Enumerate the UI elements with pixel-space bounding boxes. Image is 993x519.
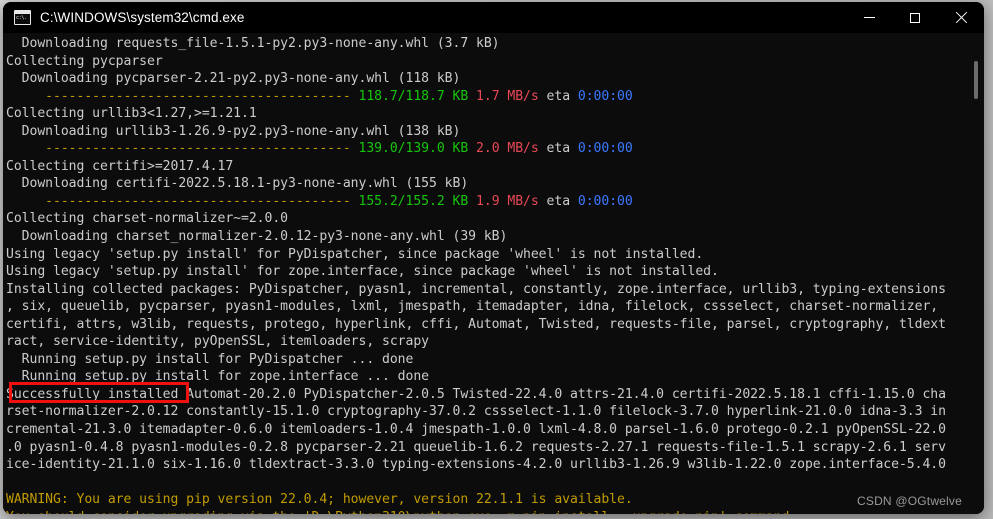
terminal-line: Using legacy 'setup.py install' for zope…: [6, 263, 964, 281]
maximize-icon: [910, 12, 920, 23]
terminal-segment: Downloading urllib3-1.26.9-py2.py3-none-…: [6, 123, 461, 139]
terminal-line: Installing collected packages: PyDispatc…: [6, 281, 964, 299]
terminal-segment: [351, 141, 359, 156]
terminal-segment: [468, 194, 476, 209]
terminal-segment: 139.0/139.0 KB: [358, 141, 469, 157]
terminal-line: .0 pyasn1-0.4.8 pyasn1-modules-0.2.8 pyc…: [6, 439, 964, 457]
maximize-button[interactable]: [892, 2, 938, 33]
terminal-segment: 0:00:00: [577, 88, 633, 104]
terminal-segment: [351, 194, 359, 209]
terminal-line: ract, service-identity, pyOpenSSL, iteml…: [6, 333, 964, 351]
terminal-line: cremental-21.3.0 itemadapter-0.6.0 iteml…: [6, 421, 964, 439]
terminal-segment: WARNING: You are using pip version 22.0.…: [6, 492, 633, 508]
window-title: C:\WINDOWS\system32\cmd.exe: [40, 10, 245, 25]
terminal-segment: Downloading certifi-2022.5.18.1-py3-none…: [6, 176, 469, 192]
terminal-line: Downloading requests_file-1.5.1-py2.py3-…: [6, 35, 964, 53]
terminal-segment: Collecting charset-normalizer~=2.0.0: [6, 211, 288, 227]
terminal-line: certifi, attrs, w3lib, requests, protego…: [6, 316, 964, 334]
terminal-line: --------------------------------------- …: [6, 88, 964, 106]
terminal-segment: ---------------------------------------: [45, 141, 351, 157]
terminal-segment: Running setup.py install for PyDispatche…: [6, 351, 414, 367]
terminal-text: Downloading requests_file-1.5.1-py2.py3-…: [6, 35, 964, 514]
terminal-line: Successfully installed Automat-20.2.0 Py…: [6, 386, 964, 404]
desktop-background: C:\WINDOWS\system32\cmd.exe Downloading …: [0, 0, 993, 519]
cmd-console-window: C:\WINDOWS\system32\cmd.exe Downloading …: [3, 2, 984, 514]
terminal-segment: Collecting certifi>=2017.4.17: [6, 158, 234, 174]
terminal-segment: 0:00:00: [577, 193, 633, 209]
terminal-segment: You should consider upgrading via the 'D…: [6, 510, 797, 514]
terminal-segment: ---------------------------------------: [45, 88, 351, 104]
terminal-segment: 0:00:00: [577, 141, 633, 157]
terminal-segment: Downloading requests_file-1.5.1-py2.py3-…: [6, 36, 500, 51]
terminal-line: Downloading pycparser-2.21-py2.py3-none-…: [6, 70, 964, 88]
minimize-icon: [863, 17, 875, 18]
terminal-line: Collecting urllib3<1.27,>=1.21.1: [6, 105, 964, 123]
terminal-segment: eta: [538, 88, 578, 104]
close-button[interactable]: [938, 2, 984, 33]
window-controls: [846, 2, 984, 33]
terminal-segment: ract, service-identity, pyOpenSSL, iteml…: [6, 334, 429, 350]
terminal-segment: 155.2/155.2 KB: [358, 193, 469, 209]
terminal-segment: eta: [538, 141, 578, 157]
terminal-segment: [6, 194, 45, 209]
terminal-segment: [468, 141, 476, 156]
terminal-line: ice-identity-21.1.0 six-1.16.0 tldextrac…: [6, 456, 964, 474]
terminal-line: Using legacy 'setup.py install' for PyDi…: [6, 246, 964, 264]
terminal-line: , six, queuelib, pycparser, pyasn1-modul…: [6, 298, 964, 316]
terminal-line: --------------------------------------- …: [6, 140, 964, 158]
terminal-segment: Successfully installed Automat-20.2.0 Py…: [6, 386, 946, 402]
titlebar-left-group: C:\WINDOWS\system32\cmd.exe: [3, 10, 244, 25]
terminal-line: Collecting pycparser: [6, 53, 964, 71]
terminal-segment: [468, 89, 476, 104]
terminal-segment: [6, 141, 45, 156]
terminal-line: Downloading urllib3-1.26.9-py2.py3-none-…: [6, 123, 964, 141]
terminal-segment: Downloading charset_normalizer-2.0.12-py…: [6, 229, 508, 245]
terminal-segment: 1.9 MB/s: [476, 193, 539, 209]
terminal-segment: Running setup.py install for zope.interf…: [6, 369, 429, 385]
minimize-button[interactable]: [846, 2, 892, 33]
terminal-segment: ---------------------------------------: [45, 193, 351, 209]
terminal-segment: Downloading pycparser-2.21-py2.py3-none-…: [6, 71, 461, 87]
terminal-segment: certifi, attrs, w3lib, requests, protego…: [6, 316, 946, 332]
terminal-segment: .0 pyasn1-0.4.8 pyasn1-modules-0.2.8 pyc…: [6, 439, 946, 455]
terminal-segment: cremental-21.3.0 itemadapter-0.6.0 iteml…: [6, 422, 946, 438]
terminal-line: Collecting charset-normalizer~=2.0.0: [6, 210, 964, 228]
terminal-segment: Collecting pycparser: [6, 53, 163, 69]
terminal-line: Running setup.py install for zope.interf…: [6, 368, 964, 386]
console-output-area[interactable]: Downloading requests_file-1.5.1-py2.py3-…: [3, 33, 984, 514]
terminal-segment: [6, 89, 45, 104]
cmd-icon: [14, 10, 31, 25]
terminal-segment: ice-identity-21.1.0 six-1.16.0 tldextrac…: [6, 457, 946, 473]
scrollbar-thumb[interactable]: [974, 61, 978, 99]
terminal-segment: 2.0 MB/s: [476, 141, 539, 157]
terminal-segment: Using legacy 'setup.py install' for zope…: [6, 264, 719, 280]
terminal-segment: Collecting urllib3<1.27,>=1.21.1: [6, 106, 257, 122]
terminal-segment: , six, queuelib, pycparser, pyasn1-modul…: [6, 299, 939, 315]
terminal-segment: rset-normalizer-2.0.12 constantly-15.1.0…: [6, 404, 946, 420]
terminal-line: rset-normalizer-2.0.12 constantly-15.1.0…: [6, 403, 964, 421]
terminal-segment: Using legacy 'setup.py install' for PyDi…: [6, 246, 704, 262]
terminal-segment: 1.7 MB/s: [476, 88, 539, 104]
terminal-line: You should consider upgrading via the 'D…: [6, 509, 964, 514]
terminal-line: Downloading charset_normalizer-2.0.12-py…: [6, 228, 964, 246]
terminal-line: --------------------------------------- …: [6, 193, 964, 211]
terminal-segment: [351, 89, 359, 104]
terminal-line: Running setup.py install for PyDispatche…: [6, 351, 964, 369]
terminal-line: Downloading certifi-2022.5.18.1-py3-none…: [6, 175, 964, 193]
terminal-segment: Installing collected packages: PyDispatc…: [6, 281, 946, 297]
terminal-segment: 118.7/118.7 KB: [358, 88, 469, 104]
console-scrollbar[interactable]: [969, 33, 984, 514]
terminal-segment: eta: [538, 193, 578, 209]
terminal-line: Collecting certifi>=2017.4.17: [6, 158, 964, 176]
window-titlebar[interactable]: C:\WINDOWS\system32\cmd.exe: [3, 2, 984, 33]
terminal-line: WARNING: You are using pip version 22.0.…: [6, 491, 964, 509]
watermark-label: CSDN @OGtwelve: [857, 494, 962, 508]
close-icon: [955, 12, 967, 24]
